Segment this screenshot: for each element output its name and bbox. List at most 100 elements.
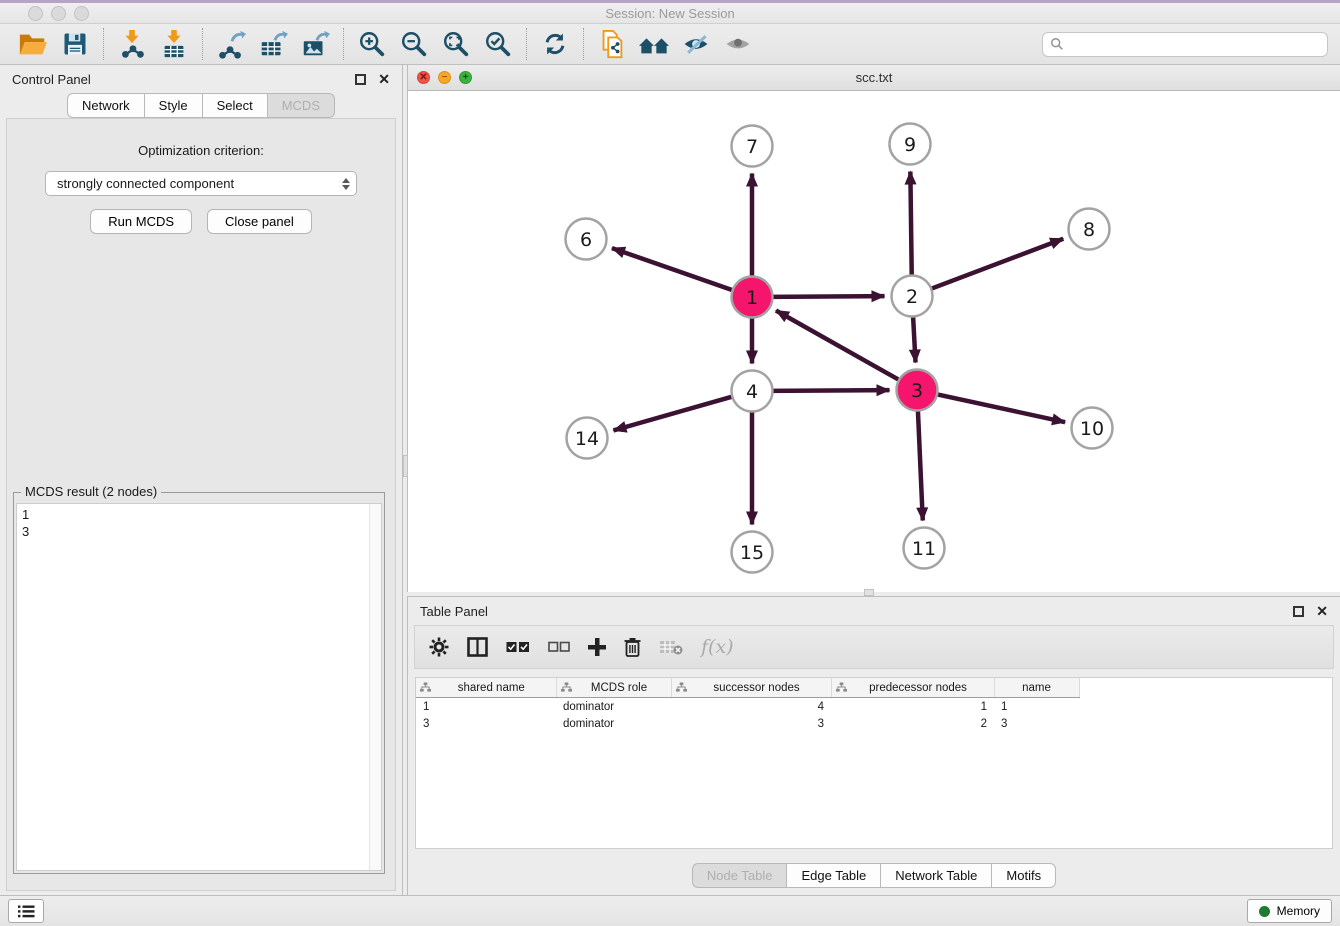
tab-edge-table[interactable]: Edge Table xyxy=(786,863,880,888)
add-column-button[interactable] xyxy=(588,638,606,656)
close-panel-icon[interactable]: ✕ xyxy=(1316,604,1328,618)
memory-label: Memory xyxy=(1277,904,1320,918)
delete-column-button[interactable] xyxy=(624,637,641,657)
first-neighbors-button[interactable] xyxy=(633,26,675,62)
table-cell[interactable]: 3 xyxy=(994,715,1079,732)
clone-network-button[interactable] xyxy=(591,26,633,62)
graph-edge-2-9[interactable] xyxy=(910,171,911,277)
table-row[interactable]: 3 dominator 3 2 3 xyxy=(416,715,1079,732)
tab-style[interactable]: Style xyxy=(144,93,202,118)
save-session-button[interactable] xyxy=(54,26,96,62)
float-panel-icon[interactable] xyxy=(1293,606,1304,617)
show-task-history-button[interactable] xyxy=(8,899,44,923)
mcds-result-title: MCDS result (2 nodes) xyxy=(21,484,161,499)
table-cell[interactable]: 2 xyxy=(831,715,994,732)
splitter-handle[interactable] xyxy=(864,589,874,596)
zoom-selected-button[interactable] xyxy=(477,26,519,62)
show-all-button[interactable] xyxy=(717,26,759,62)
graph-node-15[interactable]: 15 xyxy=(732,532,773,573)
network-canvas[interactable]: 7 9 6 8 1 2 4 3 14 10 15 11 xyxy=(408,90,1340,592)
column-header-mcds-role[interactable]: MCDS role xyxy=(556,678,671,698)
graph-node-3[interactable]: 3 xyxy=(897,370,938,411)
table-cell[interactable]: 3 xyxy=(671,715,831,732)
graph-edge-4-14[interactable] xyxy=(613,396,734,430)
column-header-shared-name[interactable]: shared name xyxy=(416,678,556,698)
list-icon xyxy=(18,905,35,918)
table-settings-button[interactable] xyxy=(429,637,449,657)
import-table-button[interactable] xyxy=(153,26,195,62)
graph-edge-4-3[interactable] xyxy=(770,390,889,391)
table-cell[interactable]: 1 xyxy=(994,698,1079,716)
zoom-view-icon[interactable]: + xyxy=(459,71,472,84)
export-table-button[interactable] xyxy=(252,26,294,62)
run-mcds-button[interactable]: Run MCDS xyxy=(90,209,192,234)
result-scrollbar[interactable] xyxy=(369,504,381,870)
graph-edge-1-6[interactable] xyxy=(612,248,735,291)
column-header-predecessor-nodes[interactable]: predecessor nodes xyxy=(831,678,994,698)
select-all-button[interactable] xyxy=(506,640,530,654)
graph-edge-3-10[interactable] xyxy=(935,394,1065,422)
search-input[interactable] xyxy=(1069,36,1320,53)
float-panel-icon[interactable] xyxy=(355,74,366,85)
graph-edge-2-3[interactable] xyxy=(913,314,916,362)
memory-button[interactable]: Memory xyxy=(1247,899,1332,923)
graph-node-6[interactable]: 6 xyxy=(566,219,607,260)
graph-node-9[interactable]: 9 xyxy=(890,124,931,165)
delete-table-button[interactable] xyxy=(659,639,683,655)
open-session-button[interactable] xyxy=(12,26,54,62)
table-cell[interactable]: dominator xyxy=(556,715,671,732)
close-panel-icon[interactable]: ✕ xyxy=(378,72,390,86)
graph-edge-3-11[interactable] xyxy=(918,408,923,520)
tab-select[interactable]: Select xyxy=(202,93,267,118)
network-graph[interactable]: 7 9 6 8 1 2 4 3 14 10 15 11 xyxy=(408,90,1340,592)
graph-edge-3-1[interactable] xyxy=(776,311,901,381)
column-header-successor-nodes[interactable]: successor nodes xyxy=(671,678,831,698)
export-image-button[interactable] xyxy=(294,26,336,62)
zoom-out-icon xyxy=(399,29,429,59)
table-cell[interactable]: 1 xyxy=(831,698,994,716)
zoom-in-button[interactable] xyxy=(351,26,393,62)
hide-selected-button[interactable] xyxy=(675,26,717,62)
tab-motifs[interactable]: Motifs xyxy=(991,863,1056,888)
graph-node-7[interactable]: 7 xyxy=(732,126,773,167)
graph-node-8[interactable]: 8 xyxy=(1069,209,1110,250)
column-header-name[interactable]: name xyxy=(994,678,1079,698)
splitter-handle[interactable] xyxy=(403,455,408,477)
table-cell[interactable]: 3 xyxy=(416,715,556,732)
refresh-button[interactable] xyxy=(534,26,576,62)
tab-mcds[interactable]: MCDS xyxy=(267,93,335,118)
show-columns-button[interactable] xyxy=(467,637,488,657)
tab-node-table[interactable]: Node Table xyxy=(692,863,787,888)
table-cell[interactable]: 4 xyxy=(671,698,831,716)
minimize-view-icon[interactable]: − xyxy=(438,71,451,84)
svg-text:9: 9 xyxy=(904,134,916,156)
export-network-button[interactable] xyxy=(210,26,252,62)
plus-icon xyxy=(588,638,606,656)
close-view-icon[interactable]: ✕ xyxy=(417,71,430,84)
table-cell[interactable]: dominator xyxy=(556,698,671,716)
zoom-out-button[interactable] xyxy=(393,26,435,62)
table-row[interactable]: 1 dominator 4 1 1 xyxy=(416,698,1079,716)
graph-node-14[interactable]: 14 xyxy=(567,418,608,459)
graph-node-11[interactable]: 11 xyxy=(904,528,945,569)
tab-network[interactable]: Network xyxy=(67,93,144,118)
graph-edge-2-8[interactable] xyxy=(929,239,1063,290)
import-network-button[interactable] xyxy=(111,26,153,62)
deselect-all-button[interactable] xyxy=(548,641,570,653)
graph-edge-1-2[interactable] xyxy=(770,296,884,297)
mcds-result-list[interactable]: 1 3 xyxy=(16,503,382,871)
tab-network-table[interactable]: Network Table xyxy=(880,863,991,888)
graph-node-1[interactable]: 1 xyxy=(732,277,773,318)
delete-table-icon xyxy=(659,639,683,655)
zoom-fit-button[interactable] xyxy=(435,26,477,62)
optimization-criterion-select[interactable]: strongly connected component xyxy=(45,171,357,196)
table-cell[interactable]: 1 xyxy=(416,698,556,716)
close-panel-button[interactable]: Close panel xyxy=(207,209,312,234)
graph-node-10[interactable]: 10 xyxy=(1072,408,1113,449)
function-builder-button[interactable]: f(x) xyxy=(701,636,734,658)
graph-node-4[interactable]: 4 xyxy=(732,371,773,412)
search-box xyxy=(1042,32,1328,57)
home-icon xyxy=(637,29,671,59)
graph-node-2[interactable]: 2 xyxy=(892,276,933,317)
table-toolbar: f(x) xyxy=(414,625,1334,669)
